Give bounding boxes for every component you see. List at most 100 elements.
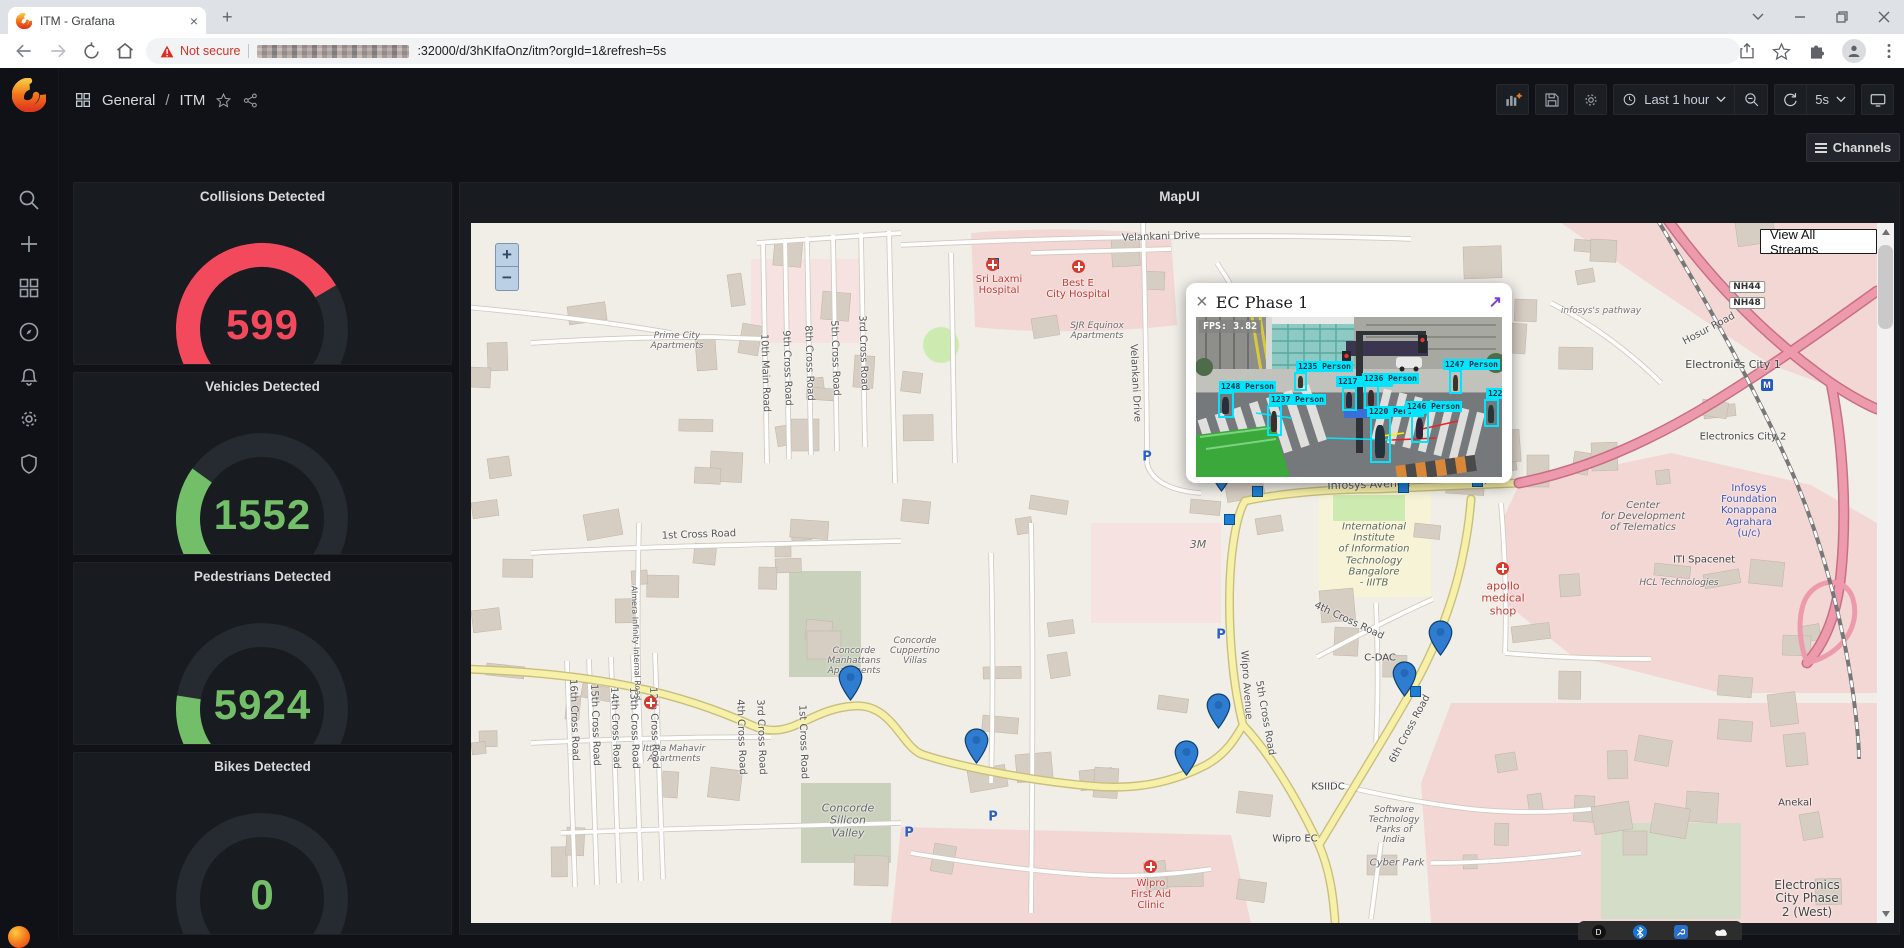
favorite-star-icon[interactable] — [215, 92, 232, 109]
refresh-button[interactable] — [1774, 84, 1807, 115]
breadcrumb-dashboard[interactable]: ITM — [180, 92, 206, 109]
map-pin[interactable] — [1174, 740, 1199, 776]
close-icon[interactable] — [1878, 11, 1890, 23]
breadcrumb: General / ITM — [74, 91, 259, 109]
breadcrumb-separator: / — [165, 92, 169, 109]
map-pin[interactable] — [1206, 693, 1231, 729]
share-icon[interactable] — [1738, 42, 1756, 60]
panel-vehicles: Vehicles Detected 1552 — [73, 372, 452, 555]
forward-icon[interactable] — [48, 41, 68, 61]
view-all-streams-button[interactable]: View All Streams — [1760, 229, 1877, 254]
map-label: Velankani Drive — [1127, 344, 1142, 423]
bookmark-star-icon[interactable] — [1772, 42, 1791, 61]
parking-icon: P — [1216, 628, 1226, 643]
browser-tab[interactable]: ITM - Grafana × — [8, 7, 206, 34]
cloud-icon[interactable] — [1715, 925, 1729, 939]
map-pin[interactable] — [838, 665, 863, 701]
search-icon[interactable] — [17, 188, 41, 217]
map-label: Best ECity Hospital — [1046, 278, 1110, 300]
camera-stream: 1248 Person1237 Person1235 Person1217 Pe… — [1196, 317, 1502, 477]
map-label: Electronics City 1 — [1685, 359, 1781, 371]
app-circle-icon[interactable]: D — [1592, 925, 1606, 939]
add-panel-button[interactable] — [1496, 84, 1529, 115]
panel-bikes: Bikes Detected 0 — [73, 752, 452, 935]
map-label: SJR EquinoxApartments — [1070, 321, 1124, 341]
map-label: Anekal — [1778, 797, 1812, 808]
map-scrollbar[interactable] — [1877, 223, 1894, 923]
hospital-icon — [1072, 260, 1085, 273]
dashboards-icon[interactable] — [17, 276, 41, 305]
address-bar[interactable]: Not secure :32000/d/3hKIfaOnz/itm?orgId=… — [146, 38, 1740, 64]
detection-label: 1246 Person — [1405, 401, 1462, 412]
map-label: 5th Cross Road — [828, 320, 842, 396]
map-label: 3M — [1190, 539, 1207, 551]
extensions-puzzle-icon[interactable] — [1807, 42, 1826, 61]
reload-icon[interactable] — [82, 42, 101, 61]
camera-marker[interactable] — [1252, 486, 1263, 497]
gauge-value: 599 — [74, 301, 451, 349]
configuration-gear-icon[interactable] — [17, 407, 41, 436]
scroll-up-arrow[interactable] — [1877, 223, 1894, 241]
map-label: ElectronicsCity Phase2 (West) — [1774, 879, 1839, 919]
zoom-out-button[interactable]: − — [495, 267, 519, 291]
minimize-icon[interactable] — [1794, 11, 1806, 23]
maximize-restore-icon[interactable] — [1836, 11, 1848, 23]
redacted-host — [257, 45, 409, 58]
new-tab-button[interactable]: + — [222, 9, 233, 25]
camera-marker[interactable] — [1398, 482, 1409, 493]
alerting-bell-icon[interactable] — [17, 364, 41, 393]
detection-box: 1235 Person — [1294, 372, 1307, 391]
refresh-interval-button[interactable]: 5s — [1807, 84, 1855, 115]
panel-title[interactable]: Bikes Detected — [74, 753, 451, 774]
shield-icon[interactable] — [17, 452, 41, 481]
zoom-in-button[interactable]: + — [495, 243, 519, 267]
map-label: 14th Cross Road — [608, 687, 622, 769]
detection-box: 1248 Person — [1218, 392, 1234, 418]
detection-box: 1217 Person — [1342, 387, 1357, 411]
panel-title[interactable]: MapUI — [460, 183, 1899, 204]
bluetooth-icon[interactable] — [1633, 925, 1647, 939]
detection-label: 1236 Person — [1362, 373, 1419, 384]
panel-title[interactable]: Collisions Detected — [74, 183, 451, 204]
time-range-button[interactable]: Last 1 hour — [1613, 84, 1735, 115]
scrollbar-thumb[interactable] — [1878, 245, 1893, 329]
map-pin[interactable] — [1392, 661, 1417, 697]
home-icon[interactable] — [115, 41, 135, 61]
not-secure-warning[interactable]: Not secure — [160, 44, 240, 58]
cycle-view-tv-button[interactable] — [1861, 84, 1894, 115]
channels-button[interactable]: Channels — [1806, 133, 1900, 162]
gauge-value: 0 — [74, 871, 451, 919]
panel-title[interactable]: Pedestrians Detected — [74, 563, 451, 584]
camera-marker[interactable] — [1224, 514, 1235, 525]
dashboard-settings-button[interactable] — [1574, 84, 1607, 115]
explore-compass-icon[interactable] — [17, 320, 41, 349]
popup-open-arrow-icon[interactable]: ↗ — [1489, 292, 1502, 312]
map-label: 15th Cross Road — [588, 684, 602, 766]
create-plus-icon[interactable] — [17, 232, 41, 261]
map[interactable]: Velankani DriveSri LaxmiHospitalBest ECi… — [471, 223, 1877, 923]
scroll-down-arrow[interactable] — [1877, 905, 1894, 923]
map-pin[interactable] — [1428, 620, 1453, 656]
window-controls — [1752, 0, 1898, 34]
popup-close-icon[interactable]: × — [1196, 292, 1208, 312]
breadcrumb-folder[interactable]: General — [102, 92, 155, 109]
share-dashboard-icon[interactable] — [242, 92, 259, 109]
map-pin[interactable] — [964, 728, 989, 764]
map-label: 3rd Cross Road — [754, 699, 768, 775]
back-icon[interactable] — [14, 41, 34, 61]
profile-avatar[interactable] — [1842, 39, 1866, 63]
settings-wrench-icon[interactable] — [1674, 925, 1688, 939]
pedestrian — [1375, 425, 1384, 458]
save-dashboard-button[interactable] — [1535, 84, 1568, 115]
chevron-down-icon — [1836, 96, 1846, 103]
fps-label: FPS: 3.82 — [1199, 320, 1261, 333]
zoom-out-time-button[interactable] — [1735, 84, 1768, 115]
detection-box: 1227 — [1484, 399, 1499, 427]
panel-title[interactable]: Vehicles Detected — [74, 373, 451, 394]
taskbar-app-icon[interactable] — [8, 926, 30, 948]
chevron-down-icon[interactable] — [1752, 13, 1764, 21]
tab-close-icon[interactable]: × — [190, 14, 198, 28]
grafana-logo[interactable] — [12, 78, 46, 112]
browser-menu-dots-icon[interactable] — [1882, 43, 1896, 59]
hospital-icon — [986, 258, 999, 271]
